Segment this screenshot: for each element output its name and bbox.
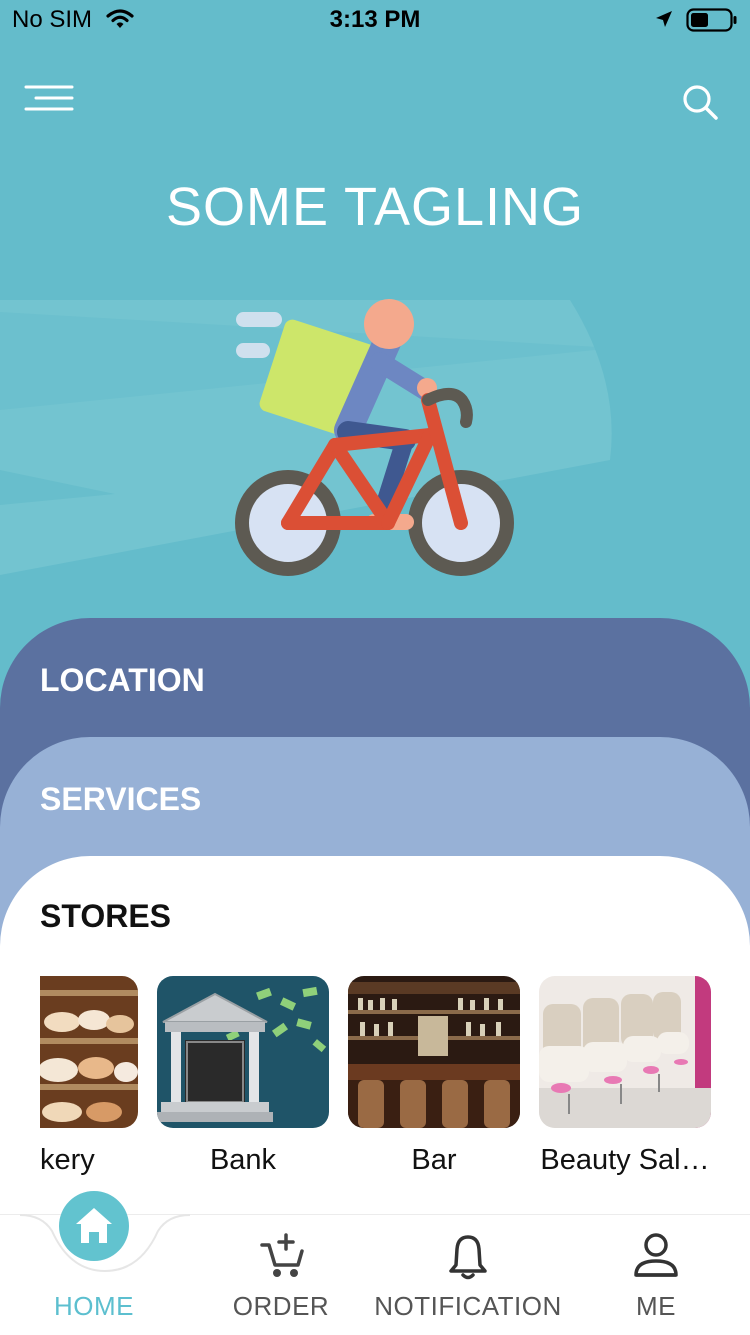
- bakery-photo: [40, 976, 138, 1128]
- status-bar: No SIM 3:13 PM: [0, 0, 750, 40]
- beauty-salon-photo: [539, 976, 711, 1128]
- search-icon: [683, 85, 718, 120]
- user-icon: [634, 1233, 678, 1277]
- delivery-cyclist-illustration: [0, 299, 615, 576]
- store-item-bakery[interactable]: kery: [40, 976, 138, 1176]
- tab-home-label: HOME: [54, 1291, 134, 1321]
- store-label-bank: Bank: [209, 1144, 277, 1176]
- location-title: LOCATION: [40, 662, 205, 698]
- home-icon: [76, 1208, 112, 1243]
- store-item-bar[interactable]: Bar: [348, 976, 520, 1176]
- tab-me[interactable]: ME: [562, 1215, 750, 1335]
- add-to-cart-icon: [260, 1233, 304, 1277]
- store-item-bank[interactable]: Bank: [157, 976, 329, 1176]
- stores-title: STORES: [40, 898, 171, 934]
- store-item-beauty-salon[interactable]: Beauty Sal…: [539, 976, 711, 1176]
- hamburger-menu-icon: [24, 85, 74, 111]
- bottom-tab-bar: HOME ORDER NOTIFICATION ME: [0, 1191, 750, 1335]
- location-arrow-icon: [656, 11, 672, 27]
- bank-illustration: [157, 976, 329, 1128]
- search-button[interactable]: [680, 82, 720, 122]
- store-label-bar: Bar: [411, 1144, 457, 1176]
- tab-me-label: ME: [636, 1291, 676, 1321]
- clock: 3:13 PM: [329, 6, 421, 33]
- home-icon-circle: [59, 1191, 129, 1261]
- tab-home[interactable]: HOME: [0, 1191, 188, 1335]
- battery-icon: [686, 8, 737, 32]
- store-label-beauty-salon: Beauty Sal…: [540, 1144, 710, 1176]
- tab-order-label: ORDER: [232, 1291, 330, 1321]
- tagline: SOME TAGLING: [165, 177, 585, 237]
- tab-notification-label: NOTIFICATION: [374, 1291, 562, 1321]
- tab-notification[interactable]: NOTIFICATION: [374, 1215, 562, 1335]
- store-carousel[interactable]: kery Bank Bar Beauty Sal…: [40, 976, 750, 1176]
- bell-icon: [449, 1235, 487, 1280]
- tab-order[interactable]: ORDER: [188, 1215, 374, 1335]
- services-title: SERVICES: [40, 781, 202, 817]
- bar-photo: [348, 976, 520, 1128]
- menu-button[interactable]: [24, 82, 76, 116]
- store-label-bakery: kery: [40, 1144, 95, 1176]
